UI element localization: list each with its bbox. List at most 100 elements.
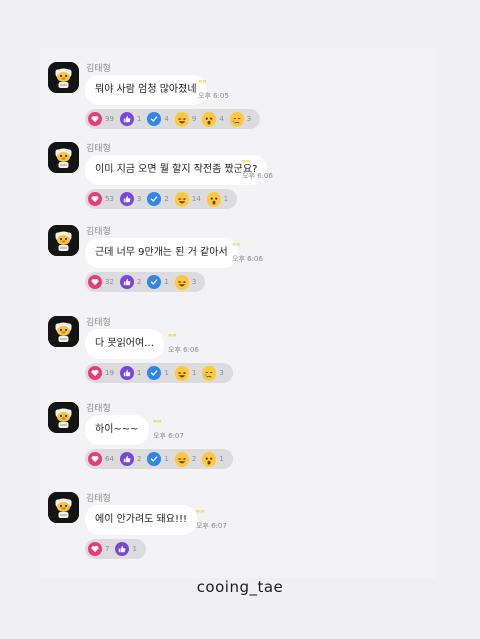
reaction-count: 9 bbox=[191, 115, 197, 123]
reaction-check[interactable]: 1 bbox=[147, 363, 172, 383]
reaction-count: 2 bbox=[191, 455, 197, 463]
reaction-count: 3 bbox=[136, 195, 142, 203]
message-bubble[interactable]: 하이~~~ bbox=[85, 415, 149, 445]
thumbs-up-icon bbox=[119, 452, 134, 466]
chat-message: 김태형 뭐야 사람 엄청 많아졌네 ❞❞ 오후 6:05 99 1 4 9 4 3 bbox=[48, 62, 448, 132]
reaction-count: 3 bbox=[219, 369, 224, 377]
reaction-heart[interactable]: 19 bbox=[88, 363, 118, 383]
reaction-laugh[interactable]: 9 bbox=[174, 109, 200, 129]
reaction-count: 2 bbox=[164, 195, 169, 203]
check-icon bbox=[147, 275, 162, 289]
avatar[interactable] bbox=[48, 225, 79, 256]
sender-name: 김태형 bbox=[86, 404, 111, 414]
reaction-sad[interactable]: 3 bbox=[202, 363, 227, 383]
quote-icon: ❞❞ bbox=[232, 242, 241, 251]
heart-icon bbox=[88, 275, 102, 289]
avatar[interactable] bbox=[48, 62, 79, 93]
surprised-emoji-icon bbox=[206, 192, 221, 207]
message-time: 오후 6:06 bbox=[242, 172, 273, 180]
message-bubble[interactable]: 다 못읽어여… bbox=[85, 329, 165, 359]
reaction-check[interactable]: 2 bbox=[147, 189, 172, 209]
message-meta: ❞❞ 오후 6:07 bbox=[196, 510, 256, 531]
reaction-count: 53 bbox=[105, 195, 114, 203]
heart-icon bbox=[88, 112, 102, 126]
check-icon bbox=[147, 366, 162, 380]
reaction-laugh[interactable]: 3 bbox=[174, 272, 200, 292]
reaction-laugh[interactable]: 1 bbox=[174, 363, 200, 383]
avatar[interactable] bbox=[48, 142, 79, 173]
reaction-laugh[interactable]: 2 bbox=[174, 449, 200, 469]
heart-icon bbox=[88, 542, 102, 556]
thumbs-up-icon bbox=[115, 542, 130, 556]
message-bubble[interactable]: 뭐야 사람 엄청 많아졌네 bbox=[85, 75, 207, 105]
heart-icon bbox=[88, 366, 102, 380]
reaction-bar: 32 2 1 3 bbox=[85, 272, 206, 292]
reaction-check[interactable]: 1 bbox=[147, 272, 172, 292]
check-icon bbox=[147, 452, 162, 466]
sender-name: 김태형 bbox=[86, 144, 111, 154]
quote-icon: ❞❞ bbox=[242, 159, 251, 168]
message-meta: ❞❞ 오후 6:06 bbox=[242, 160, 302, 181]
reaction-wow[interactable]: 1 bbox=[202, 449, 227, 469]
reaction-count: 4 bbox=[164, 115, 169, 123]
quote-icon: ❞❞ bbox=[198, 79, 207, 88]
reaction-wow[interactable]: 1 bbox=[206, 189, 232, 209]
reaction-heart[interactable]: 99 bbox=[88, 109, 118, 129]
message-bubble[interactable]: 에이 안가려도 돼요!!! bbox=[85, 505, 197, 535]
reaction-heart[interactable]: 32 bbox=[88, 272, 118, 292]
reaction-like[interactable]: 3 bbox=[119, 189, 145, 209]
message-time: 오후 6:07 bbox=[196, 522, 227, 530]
sender-name: 김태형 bbox=[86, 318, 111, 328]
thumbs-up-icon bbox=[119, 192, 134, 206]
reaction-count: 1 bbox=[219, 455, 224, 463]
reaction-bar: 64 2 1 2 1 bbox=[85, 449, 233, 469]
reaction-heart[interactable]: 53 bbox=[88, 189, 118, 209]
reaction-count: 3 bbox=[246, 115, 252, 123]
reaction-heart[interactable]: 7 bbox=[88, 539, 113, 559]
reaction-like[interactable]: 2 bbox=[119, 449, 145, 469]
reaction-count: 2 bbox=[136, 455, 142, 463]
reaction-count: 1 bbox=[164, 369, 169, 377]
sender-name: 김태형 bbox=[86, 494, 111, 504]
laughing-emoji-icon bbox=[174, 275, 189, 290]
reaction-check[interactable]: 1 bbox=[147, 449, 172, 469]
surprised-emoji-icon bbox=[202, 452, 217, 467]
reaction-bar: 99 1 4 9 4 3 bbox=[85, 109, 261, 129]
sender-name: 김태형 bbox=[86, 64, 111, 74]
quote-icon: ❞❞ bbox=[196, 509, 205, 518]
reaction-like[interactable]: 2 bbox=[119, 272, 145, 292]
reaction-like[interactable]: 1 bbox=[119, 363, 145, 383]
reaction-count: 1 bbox=[164, 278, 169, 286]
message-time: 오후 6:05 bbox=[198, 92, 229, 100]
reaction-heart[interactable]: 64 bbox=[88, 449, 118, 469]
reaction-count: 1 bbox=[136, 115, 142, 123]
reaction-like[interactable]: 1 bbox=[115, 539, 140, 559]
laughing-emoji-icon bbox=[174, 192, 189, 207]
sad-emoji-icon bbox=[229, 112, 244, 127]
reaction-count: 4 bbox=[219, 115, 224, 123]
reaction-count: 32 bbox=[105, 278, 114, 286]
reaction-check[interactable]: 4 bbox=[147, 109, 172, 129]
reaction-laugh[interactable]: 14 bbox=[174, 189, 205, 209]
avatar[interactable] bbox=[48, 402, 79, 433]
thumbs-up-icon bbox=[119, 275, 134, 289]
avatar[interactable] bbox=[48, 316, 79, 347]
reaction-count: 3 bbox=[191, 278, 197, 286]
quote-icon: ❞❞ bbox=[168, 333, 177, 342]
surprised-emoji-icon bbox=[202, 112, 217, 127]
laughing-emoji-icon bbox=[174, 366, 189, 381]
heart-icon bbox=[88, 452, 102, 466]
message-bubble[interactable]: 이미 지금 오면 뭘 할지 작전좀 짰군요? bbox=[85, 155, 268, 185]
reaction-count: 1 bbox=[132, 545, 137, 553]
message-bubble[interactable]: 근데 너무 9만개는 된 거 같아서 bbox=[85, 238, 238, 268]
reaction-count: 1 bbox=[223, 195, 229, 203]
reaction-bar: 19 1 1 1 3 bbox=[85, 363, 233, 383]
message-meta: ❞❞ 오후 6:06 bbox=[168, 334, 228, 355]
reaction-sad[interactable]: 3 bbox=[229, 109, 255, 129]
chat-message: 김태형 근데 너무 9만개는 된 거 같아서 ❞❞ 오후 6:06 32 2 1 3 bbox=[48, 225, 448, 295]
reaction-wow[interactable]: 4 bbox=[202, 109, 227, 129]
reaction-bar: 53 3 2 14 1 bbox=[85, 189, 238, 209]
avatar[interactable] bbox=[48, 492, 79, 523]
reaction-like[interactable]: 1 bbox=[119, 109, 145, 129]
reaction-count: 1 bbox=[164, 455, 169, 463]
